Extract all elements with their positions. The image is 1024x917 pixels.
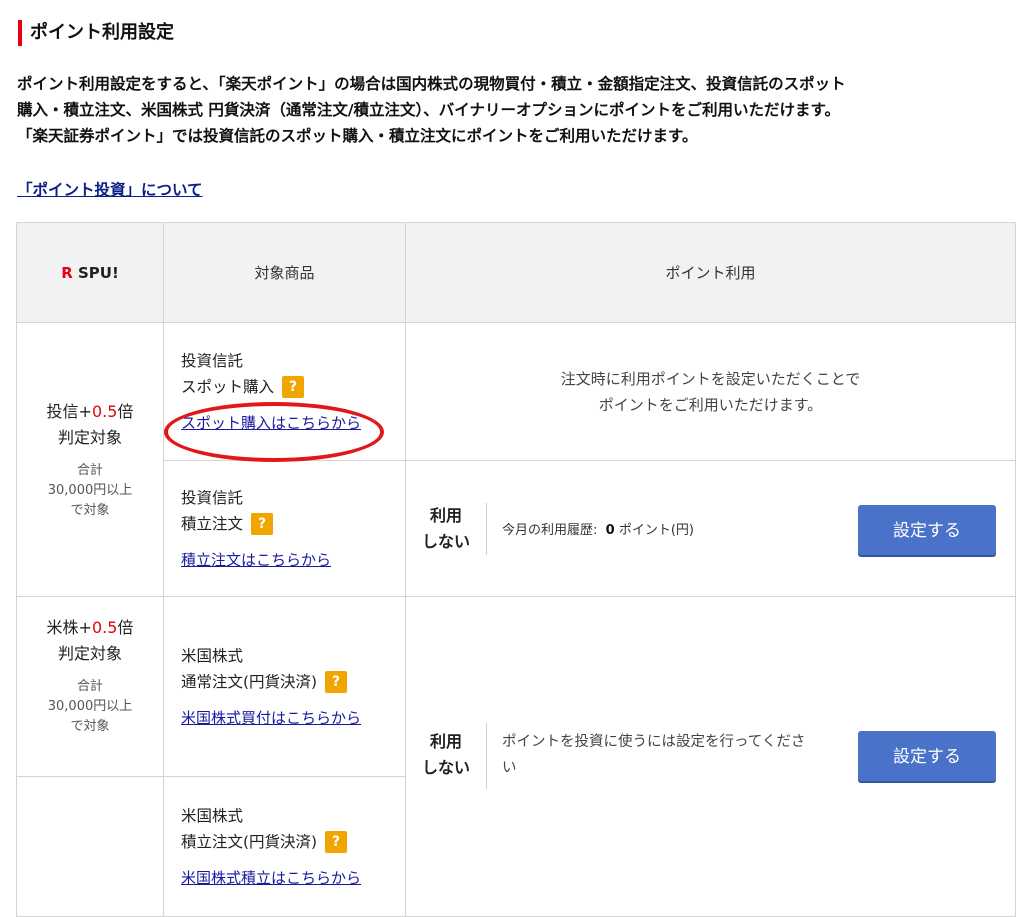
us-stock-buy-link[interactable]: 米国株式買付はこちらから — [181, 705, 361, 731]
page-title: ポイント利用設定 — [18, 20, 174, 46]
us-settings-button[interactable]: 設定する — [858, 731, 996, 781]
us-use-status: 利用 しない — [421, 732, 470, 777]
spu-fund-multiplier: 投信+0.5倍 判定対象 — [46, 401, 134, 447]
intro-line: 「楽天証券ポイント」では投資信託のスポット購入・積立注文にポイントをご利用いただ… — [17, 127, 698, 145]
spu-r-mark: R — [61, 263, 73, 282]
us-use-message: ポイントを投資に使うには設定を行ってくださ い — [502, 734, 806, 776]
table-row: 米株+0.5倍 判定対象 合計 30,000円以上 で対象 米国株式 通常注文(… — [16, 596, 1016, 917]
table-row: 投資信託 積立注文? 積立注文はこちらから 利用 しない 今月の利用履歴: 0 … — [17, 460, 1016, 597]
help-icon[interactable]: ? — [325, 671, 348, 693]
fund-spot-link[interactable]: スポット購入はこちらから — [181, 410, 361, 436]
divider — [486, 723, 487, 789]
fund-use-status: 利用 しない — [421, 506, 470, 551]
spu-us-cell: 米株+0.5倍 判定対象 合計 30,000円以上 で対象 — [16, 596, 164, 777]
fund-point-use-cell: 利用 しない 今月の利用履歴: 0 ポイント(円) 設定する — [405, 460, 1016, 597]
monthly-usage-history: 今月の利用履歴: 0 ポイント(円) — [502, 523, 694, 538]
header-point-use: ポイント利用 — [405, 222, 1016, 323]
intro-line: ポイント利用設定をすると、「楽天ポイント」の場合は国内株式の現物買付・積立・金額… — [17, 75, 846, 93]
table-row: 投信+0.5倍 判定対象 合計 30,000円以上 で対象 投資信託 スポット購… — [16, 322, 1016, 597]
spu-fund-condition: 合計 30,000円以上 で対象 — [47, 462, 133, 518]
header-target-products: 対象商品 — [163, 222, 406, 323]
help-icon[interactable]: ? — [325, 831, 348, 853]
spu-us-condition: 合計 30,000円以上 で対象 — [47, 679, 133, 734]
spu-logo: R SPU! — [16, 222, 164, 323]
product-us-stock-accumulation: 米国株式 積立注文(円貨決済)? 米国株式積立はこちらから — [163, 776, 406, 917]
about-point-investment-link[interactable]: 「ポイント投資」について — [17, 178, 203, 200]
table-header-row: R SPU! 対象商品 ポイント利用 — [16, 222, 1016, 323]
intro-line: 購入・積立注文、米国株式 円貨決済（通常注文/積立注文）、バイナリーオプションに… — [17, 101, 840, 119]
intro-text: ポイント利用設定をすると、「楽天ポイント」の場合は国内株式の現物買付・積立・金額… — [17, 71, 1017, 149]
product-us-stock-regular: 米国株式 通常注文(円貨決済)? 米国株式買付はこちらから — [163, 596, 406, 777]
product-fund-spot: 投資信託 スポット購入? スポット購入はこちらから — [163, 322, 406, 461]
spot-purchase-note: 注文時に利用ポイントを設定いただくことで ポイントをご利用いただけます。 — [405, 322, 1016, 461]
help-icon[interactable]: ? — [282, 376, 305, 398]
spu-fund-cell: 投信+0.5倍 判定対象 合計 30,000円以上 で対象 — [16, 322, 164, 597]
spu-us-multiplier: 米株+0.5倍 判定対象 — [46, 618, 134, 663]
us-point-use-cell: 利用 しない ポイントを投資に使うには設定を行ってくださ い 設定する — [405, 596, 1016, 917]
point-settings-table: R SPU! 対象商品 ポイント利用 投信+0.5倍 判定対象 合計 30,00… — [16, 222, 1016, 917]
divider — [486, 503, 487, 555]
product-fund-accumulation: 投資信託 積立注文? 積立注文はこちらから — [163, 460, 406, 597]
us-stock-accumulation-link[interactable]: 米国株式積立はこちらから — [181, 865, 361, 891]
spu-label: SPU! — [77, 263, 119, 282]
fund-settings-button[interactable]: 設定する — [858, 505, 996, 555]
fund-accumulation-link[interactable]: 積立注文はこちらから — [181, 547, 331, 573]
spu-empty-cell — [16, 776, 164, 917]
help-icon[interactable]: ? — [251, 513, 274, 535]
